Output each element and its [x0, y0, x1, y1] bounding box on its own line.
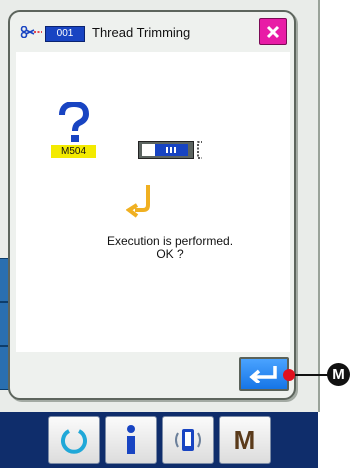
memory-connector-icon: [138, 141, 210, 164]
enter-icon: [249, 366, 277, 383]
info-icon: [126, 425, 135, 454]
power-icon: [60, 429, 87, 454]
close-button[interactable]: [259, 18, 287, 45]
insert-arrow-icon: [125, 185, 156, 224]
message-line-2: OK ?: [156, 247, 184, 261]
callout-dot: [283, 369, 295, 381]
m-mode-label: M: [233, 424, 256, 455]
dialog-title: Thread Trimming: [92, 25, 191, 40]
confirmation-message: Execution is performed. OK ?: [90, 235, 250, 261]
pattern-code-badge: 001: [45, 26, 85, 42]
m-mode-button[interactable]: M: [218, 416, 271, 464]
thread-trimming-icon: [20, 25, 42, 43]
communication-icon: [174, 429, 201, 451]
dialog-title-bar: 001 Thread Trimming: [10, 12, 294, 50]
message-code-badge: M504: [51, 145, 96, 158]
taskbar: M: [0, 412, 318, 468]
callout-marker: M: [327, 363, 350, 386]
information-button[interactable]: [104, 416, 157, 464]
enter-button[interactable]: [239, 357, 289, 391]
thread-trimming-dialog: 001 Thread Trimming M504 Execution is pe…: [8, 10, 296, 400]
power-button[interactable]: [47, 416, 100, 464]
communication-button[interactable]: [161, 416, 214, 464]
question-mark-icon: [54, 100, 94, 142]
close-icon: [266, 25, 280, 38]
